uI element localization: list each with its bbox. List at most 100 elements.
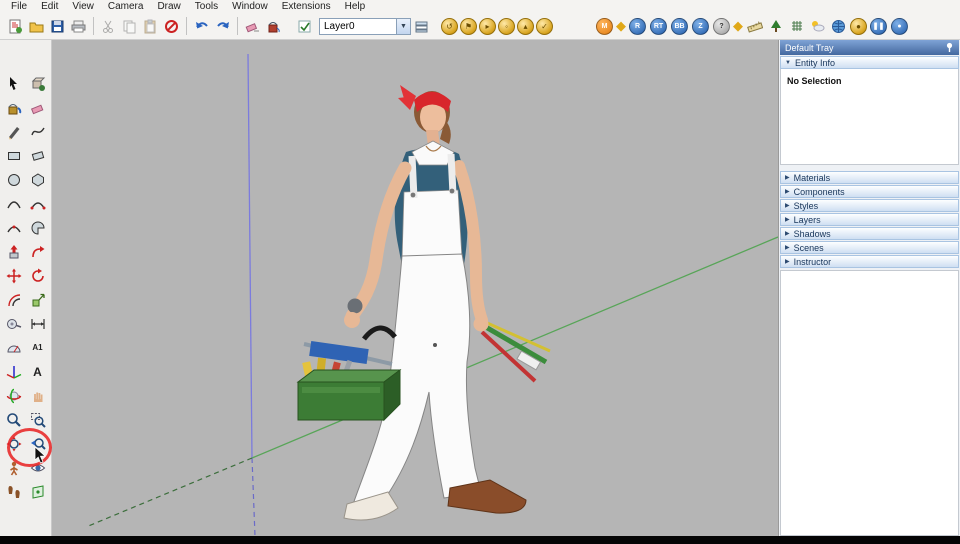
menu-draw[interactable]: Draw [150,0,187,13]
section-styles[interactable]: ▶ Styles [780,199,959,212]
section-components[interactable]: ▶ Components [780,185,959,198]
follow-me-tool-icon[interactable] [26,240,49,263]
diamond2-icon[interactable]: ◆ [733,18,743,34]
polygon-tool-icon[interactable] [26,168,49,191]
threed-text-tool-icon[interactable]: A [26,360,49,383]
copy-button[interactable] [119,16,140,37]
two-point-arc-tool-icon[interactable] [26,192,49,215]
menu-file[interactable]: File [4,0,34,13]
plugin-coin-2-button[interactable]: ⚑ [460,17,477,35]
section-shadows[interactable]: ▶ Shadows [780,227,959,240]
menu-window[interactable]: Window [225,0,275,13]
grid-icon[interactable] [786,16,807,37]
coin-globe-button[interactable]: ● [850,17,867,35]
dimension-tool-icon[interactable] [26,312,49,335]
badge-bb-button[interactable]: BB [671,17,688,35]
tape-measure-tool-icon[interactable] [2,312,25,335]
menu-extensions[interactable]: Extensions [275,0,338,13]
eraser-toolbar-button[interactable] [242,16,263,37]
plugin-coin-5-button[interactable]: ▴ [517,17,534,35]
ruler-icon[interactable] [744,16,765,37]
info-button[interactable]: ● [891,17,908,35]
rotate-tool-icon[interactable] [26,264,49,287]
layer-manager-icon[interactable] [411,16,432,37]
chevron-collapsed-icon: ▶ [785,175,790,181]
plugin-coin-6-button[interactable]: ✓ [536,17,553,35]
rotated-rectangle-tool-icon[interactable] [26,144,49,167]
menu-edit[interactable]: Edit [34,0,65,13]
chevron-down-icon[interactable]: ▼ [396,18,410,34]
person-figure[interactable] [296,85,551,521]
new-button[interactable] [5,16,26,37]
section-entity-info[interactable]: ▼ Entity Info [780,56,959,69]
tray-title-bar[interactable]: Default Tray [780,40,959,55]
axes-tool-icon[interactable] [2,360,25,383]
three-point-arc-tool-icon[interactable] [2,216,25,239]
look-around-tool-icon[interactable] [26,456,49,479]
section-plane-tool-icon[interactable] [26,480,49,503]
eraser-tool-icon[interactable] [26,96,49,119]
protractor-tool-icon[interactable] [2,336,25,359]
plugin-coin-1-button[interactable]: ↺ [441,17,458,35]
badge-r-button[interactable]: R [629,17,646,35]
pin-icon[interactable] [945,42,954,53]
line-tool-icon[interactable] [2,120,25,143]
move-tool-icon[interactable] [2,264,25,287]
offset-tool-icon[interactable] [2,288,25,311]
rectangle-tool-icon[interactable] [2,144,25,167]
paint-bucket-tool-icon[interactable] [2,96,25,119]
badge-rt-button[interactable]: RT [650,17,667,35]
section-layers[interactable]: ▶ Layers [780,213,959,226]
tree-icon[interactable] [765,16,786,37]
badge-m-button[interactable]: M [596,17,613,35]
make-component-tool-icon[interactable] [26,72,49,95]
menu-view[interactable]: View [65,0,101,13]
paste-button[interactable] [140,16,161,37]
main-toolbar: Layer0 ▼ ↺ ⚑ ▸ ◦ ▴ ✓ M ◆ R RT BB Z ? ◆ ●… [0,13,960,40]
layer-dropdown[interactable]: Layer0 ▼ [319,17,411,35]
plugin-coin-3-button[interactable]: ▸ [479,17,496,35]
menu-tools[interactable]: Tools [188,0,225,13]
orbit-tool-icon[interactable] [2,384,25,407]
globe-icon[interactable] [828,16,849,37]
previous-view-tool-icon[interactable] [26,432,49,455]
main-area: A1 A Default Tray ▼ Entity Info No Selec… [0,40,960,536]
circle-tool-icon[interactable] [2,168,25,191]
zoom-extents-tool-icon[interactable] [2,432,25,455]
diamond-icon[interactable]: ◆ [616,18,626,34]
zoom-tool-icon[interactable] [2,408,25,431]
text-tool-icon[interactable]: A1 [26,336,49,359]
paint-toolbar-button[interactable] [263,16,284,37]
layer-visibility-check-icon[interactable] [294,16,315,37]
cut-button[interactable] [98,16,119,37]
pie-tool-icon[interactable] [26,216,49,239]
section-instructor[interactable]: ▶ Instructor [780,255,959,268]
redo-button[interactable] [212,16,233,37]
select-tool-icon[interactable] [2,72,25,95]
walk-tool-icon[interactable] [2,480,25,503]
badge-z-button[interactable]: Z [692,17,709,35]
print-button[interactable] [68,16,89,37]
plugin-coin-4-button[interactable]: ◦ [498,17,515,35]
section-components-label: Components [793,186,845,197]
pan-tool-icon[interactable] [26,384,49,407]
section-scenes[interactable]: ▶ Scenes [780,241,959,254]
delete-button[interactable] [161,16,182,37]
arc-tool-icon[interactable] [2,192,25,215]
badge-help-button[interactable]: ? [713,17,730,35]
undo-button[interactable] [191,16,212,37]
menu-help[interactable]: Help [338,0,373,13]
model-canvas[interactable] [52,40,778,536]
zoom-window-tool-icon[interactable] [26,408,49,431]
position-camera-tool-icon[interactable] [2,456,25,479]
push-pull-tool-icon[interactable] [2,240,25,263]
scale-tool-icon[interactable] [26,288,49,311]
menu-camera[interactable]: Camera [101,0,151,13]
open-button[interactable] [26,16,47,37]
weather-icon[interactable] [807,16,828,37]
pause-button[interactable]: ❚❚ [870,17,887,35]
chevron-collapsed-icon: ▶ [785,231,790,237]
freehand-tool-icon[interactable] [26,120,49,143]
section-materials[interactable]: ▶ Materials [780,171,959,184]
save-button[interactable] [47,16,68,37]
